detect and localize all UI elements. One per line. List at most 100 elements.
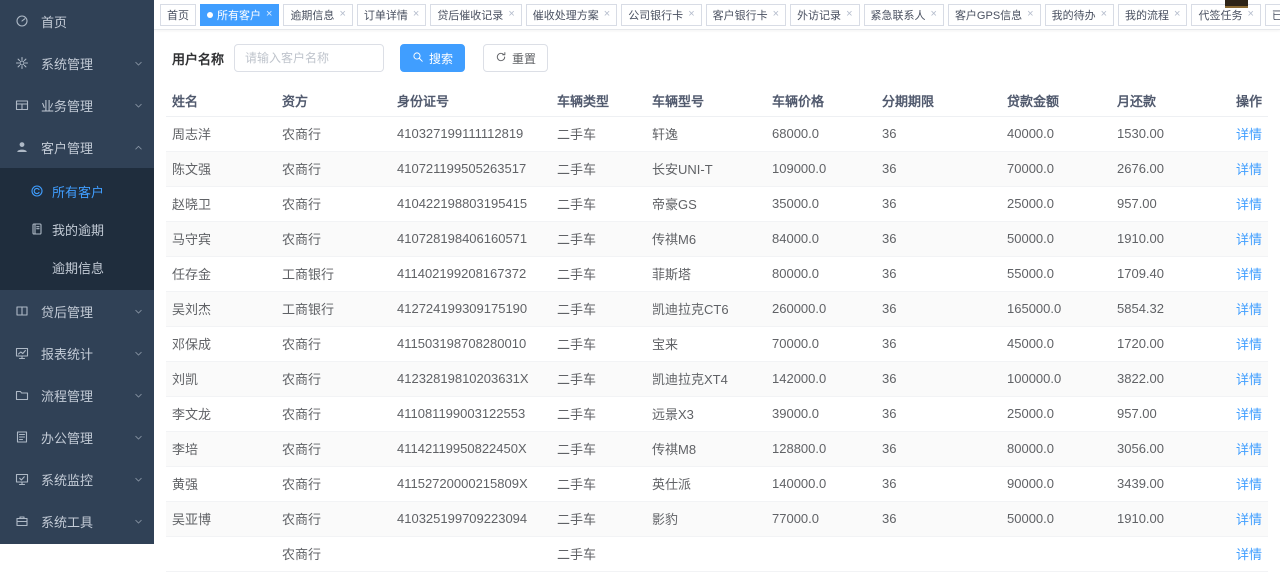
sidebar-item[interactable]: 系统监控 — [0, 458, 154, 500]
tab-close-icon[interactable]: × — [413, 9, 419, 20]
table-cell-action: 详情 — [1221, 466, 1268, 501]
tab[interactable]: 所有客户× — [200, 4, 279, 26]
search-input[interactable] — [234, 44, 384, 72]
tab[interactable]: 首页 — [160, 4, 196, 26]
table-cell-action: 详情 — [1221, 431, 1268, 466]
tab-close-icon[interactable]: × — [773, 9, 779, 20]
detail-link[interactable]: 详情 — [1236, 512, 1262, 527]
sidebar-item[interactable]: 办公管理 — [0, 416, 154, 458]
user-icon — [15, 140, 31, 154]
table-cell: 二手车 — [551, 501, 646, 536]
sidebar-item[interactable]: 系统管理 — [0, 42, 154, 84]
table-cell: 3439.00 — [1111, 466, 1221, 501]
table-cell: 3056.00 — [1111, 431, 1221, 466]
detail-link[interactable]: 详情 — [1236, 197, 1262, 212]
tab-close-icon[interactable]: × — [688, 9, 694, 20]
table-row: 农商行二手车详情 — [166, 536, 1268, 571]
tab[interactable]: 我的流程× — [1118, 4, 1187, 26]
search-icon — [412, 51, 424, 66]
sidebar-item-label: 办公管理 — [41, 428, 93, 447]
search-form: 用户名称 搜索 重置 — [166, 43, 1268, 73]
table-cell: 菲斯塔 — [646, 256, 766, 291]
detail-link[interactable]: 详情 — [1236, 337, 1262, 352]
monitor-icon — [15, 472, 31, 486]
table-cell: 吴刘杰 — [166, 291, 276, 326]
table-row: 陈文强农商行410721199505263517二手车长安UNI-T109000… — [166, 151, 1268, 186]
tab[interactable]: 订单详情× — [357, 4, 426, 26]
sidebar-subitem[interactable]: 所有客户 — [0, 172, 154, 210]
gear-icon — [15, 56, 31, 70]
detail-link[interactable]: 详情 — [1236, 232, 1262, 247]
table-cell: 36 — [876, 466, 1001, 501]
detail-link[interactable]: 详情 — [1236, 477, 1262, 492]
reset-button[interactable]: 重置 — [483, 44, 548, 72]
sidebar-subitem[interactable]: 逾期信息 — [0, 248, 154, 286]
sidebar-item[interactable]: 业务管理 — [0, 84, 154, 126]
sidebar-item-label: 系统监控 — [41, 470, 93, 489]
table-cell: 二手车 — [551, 466, 646, 501]
table-cell: 农商行 — [276, 361, 391, 396]
table-cell: 工商银行 — [276, 256, 391, 291]
tab-close-icon[interactable]: × — [846, 9, 852, 20]
tab-close-icon[interactable]: × — [508, 9, 514, 20]
detail-link[interactable]: 详情 — [1236, 302, 1262, 317]
table-cell-action: 详情 — [1221, 361, 1268, 396]
table-cell: 36 — [876, 221, 1001, 256]
tab[interactable]: 催收处理方案× — [526, 4, 617, 26]
detail-link[interactable]: 详情 — [1236, 407, 1262, 422]
tab[interactable]: 已办任务× — [1265, 4, 1280, 26]
sidebar-item[interactable]: 报表统计 — [0, 332, 154, 374]
table-cell: 工商银行 — [276, 291, 391, 326]
table-cell: 英仕派 — [646, 466, 766, 501]
tab[interactable]: 紧急联系人× — [864, 4, 944, 26]
tab-close-icon[interactable]: × — [931, 9, 937, 20]
table-cell: 周志洋 — [166, 116, 276, 151]
table-cell: 36 — [876, 256, 1001, 291]
sidebar-item[interactable]: 流程管理 — [0, 374, 154, 416]
detail-link[interactable]: 详情 — [1236, 442, 1262, 457]
table-cell: 二手车 — [551, 151, 646, 186]
tab[interactable]: 逾期信息 × — [283, 4, 352, 26]
office-icon — [15, 430, 31, 444]
table-cell: 2676.00 — [1111, 151, 1221, 186]
tab[interactable]: 贷后催收记录× — [430, 4, 521, 26]
tab[interactable]: 外访记录× — [790, 4, 859, 26]
detail-link[interactable]: 详情 — [1236, 162, 1262, 177]
tab-close-icon[interactable]: × — [339, 9, 345, 20]
sidebar-item-label: 系统管理 — [41, 54, 93, 73]
table-cell — [391, 536, 551, 571]
tab[interactable]: 公司银行卡× — [621, 4, 701, 26]
tab-close-icon[interactable]: × — [1174, 9, 1180, 20]
tab-close-icon[interactable]: × — [604, 9, 610, 20]
sidebar-item[interactable]: 首页 — [0, 0, 154, 42]
tab-close-icon[interactable]: × — [1101, 9, 1107, 20]
sidebar-item[interactable]: 系统工具 — [0, 500, 154, 542]
workflow-icon — [15, 388, 31, 402]
tab-label: 逾期信息 — [290, 7, 334, 23]
table-cell: 411402199208167372 — [391, 256, 551, 291]
sidebar-item[interactable]: 贷后管理 — [0, 290, 154, 332]
tab-close-icon[interactable]: × — [1247, 9, 1253, 20]
detail-link[interactable]: 详情 — [1236, 127, 1262, 142]
tab-close-icon[interactable]: × — [1027, 9, 1033, 20]
sidebar-item[interactable]: 客户管理 — [0, 126, 154, 168]
tab[interactable]: 客户银行卡× — [706, 4, 786, 26]
detail-link[interactable]: 详情 — [1236, 267, 1262, 282]
table-cell: 李培 — [166, 431, 276, 466]
sidebar-subitem[interactable]: 我的逾期 — [0, 210, 154, 248]
tab[interactable]: 客户GPS信息 × — [948, 4, 1041, 26]
tab-close-icon[interactable]: × — [266, 9, 272, 20]
tab-label: 客户GPS信息 — [955, 7, 1022, 23]
detail-link[interactable]: 详情 — [1236, 372, 1262, 387]
table-cell: 远景X3 — [646, 396, 766, 431]
table-cell: 轩逸 — [646, 116, 766, 151]
tab-label: 我的待办 — [1052, 7, 1096, 23]
table-cell: 3822.00 — [1111, 361, 1221, 396]
tab[interactable]: 我的待办 × — [1045, 4, 1114, 26]
table-cell: 农商行 — [276, 186, 391, 221]
table-cell: 黄强 — [166, 466, 276, 501]
table-cell: 410721199505263517 — [391, 151, 551, 186]
detail-link[interactable]: 详情 — [1236, 547, 1262, 562]
search-button[interactable]: 搜索 — [400, 44, 465, 72]
table-cell: 农商行 — [276, 431, 391, 466]
